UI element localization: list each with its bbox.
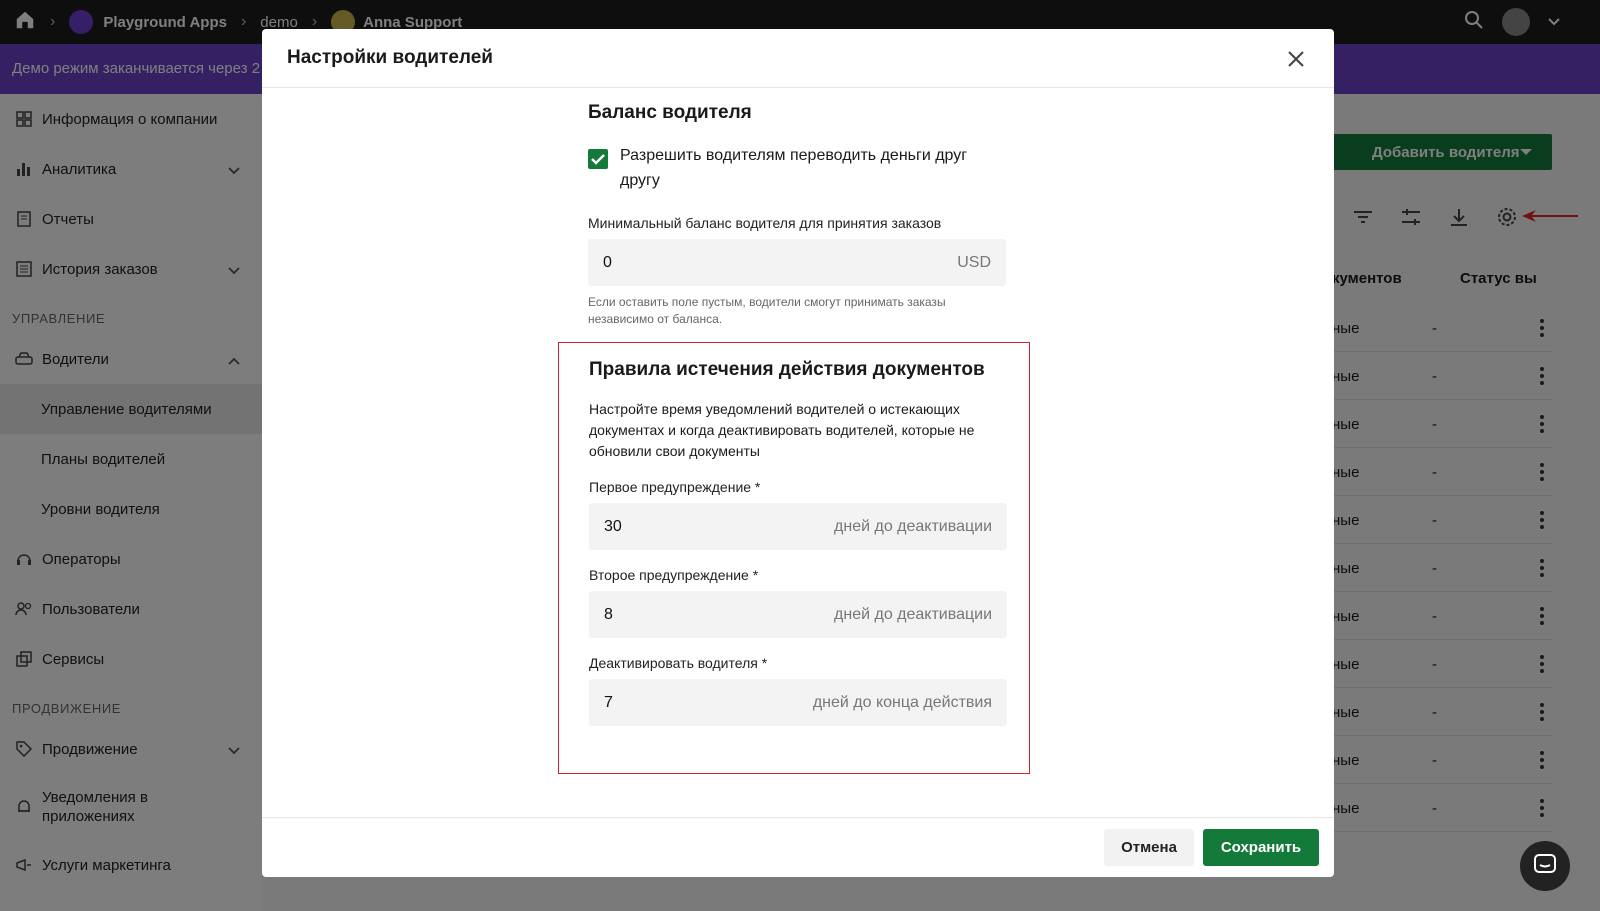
expiry-rules-section: Правила истечения действия документов На… <box>589 357 1009 726</box>
chat-icon <box>1533 853 1557 880</box>
balance-heading: Баланс водителя <box>588 102 752 123</box>
rules-heading: Правила истечения действия документов <box>589 359 985 380</box>
second-warning-input[interactable] <box>589 591 839 638</box>
expiry-rules-highlight: Правила истечения действия документов На… <box>558 342 1030 774</box>
min-balance-input[interactable] <box>588 239 838 286</box>
rules-description: Настройте время уведомлений водителей о … <box>589 401 975 459</box>
balance-section: Баланс водителя Разрешить водителям пере… <box>588 88 1008 328</box>
driver-settings-modal: Настройки водителей Баланс водителя Разр… <box>262 29 1334 877</box>
second-warning-suffix: дней до деактивации <box>834 606 992 623</box>
close-icon[interactable] <box>1284 47 1308 71</box>
second-warning-field: дней до деактивации <box>589 591 1007 638</box>
modal-header: Настройки водителей <box>262 29 1334 88</box>
allow-transfer-row: Разрешить водителям переводить деньги др… <box>588 143 1008 193</box>
min-balance-hint: Если оставить поле пустым, водители смог… <box>588 295 946 326</box>
deactivate-field: дней до конца действия <box>589 679 1007 726</box>
first-warning-field: дней до деактивации <box>589 503 1007 550</box>
min-balance-label: Минимальный баланс водителя для принятия… <box>588 215 942 231</box>
deactivate-suffix: дней до конца действия <box>812 694 992 711</box>
first-warning-label: Первое предупреждение * <box>589 479 761 495</box>
cancel-button[interactable]: Отмена <box>1104 829 1194 866</box>
modal-title: Настройки водителей <box>287 47 493 68</box>
min-balance-field: USD <box>588 239 1006 286</box>
modal-footer: Отмена Сохранить <box>262 817 1334 877</box>
save-button[interactable]: Сохранить <box>1203 829 1319 866</box>
min-balance-suffix: USD <box>957 254 991 271</box>
first-warning-suffix: дней до деактивации <box>834 518 992 535</box>
chat-button[interactable] <box>1520 841 1570 891</box>
allow-transfer-label[interactable]: Разрешить водителям переводить деньги др… <box>620 143 990 193</box>
deactivate-label: Деактивировать водителя * <box>589 655 768 671</box>
second-warning-label: Второе предупреждение * <box>589 567 759 583</box>
first-warning-input[interactable] <box>589 503 839 550</box>
deactivate-input[interactable] <box>589 679 839 726</box>
allow-transfer-checkbox[interactable] <box>588 149 608 169</box>
